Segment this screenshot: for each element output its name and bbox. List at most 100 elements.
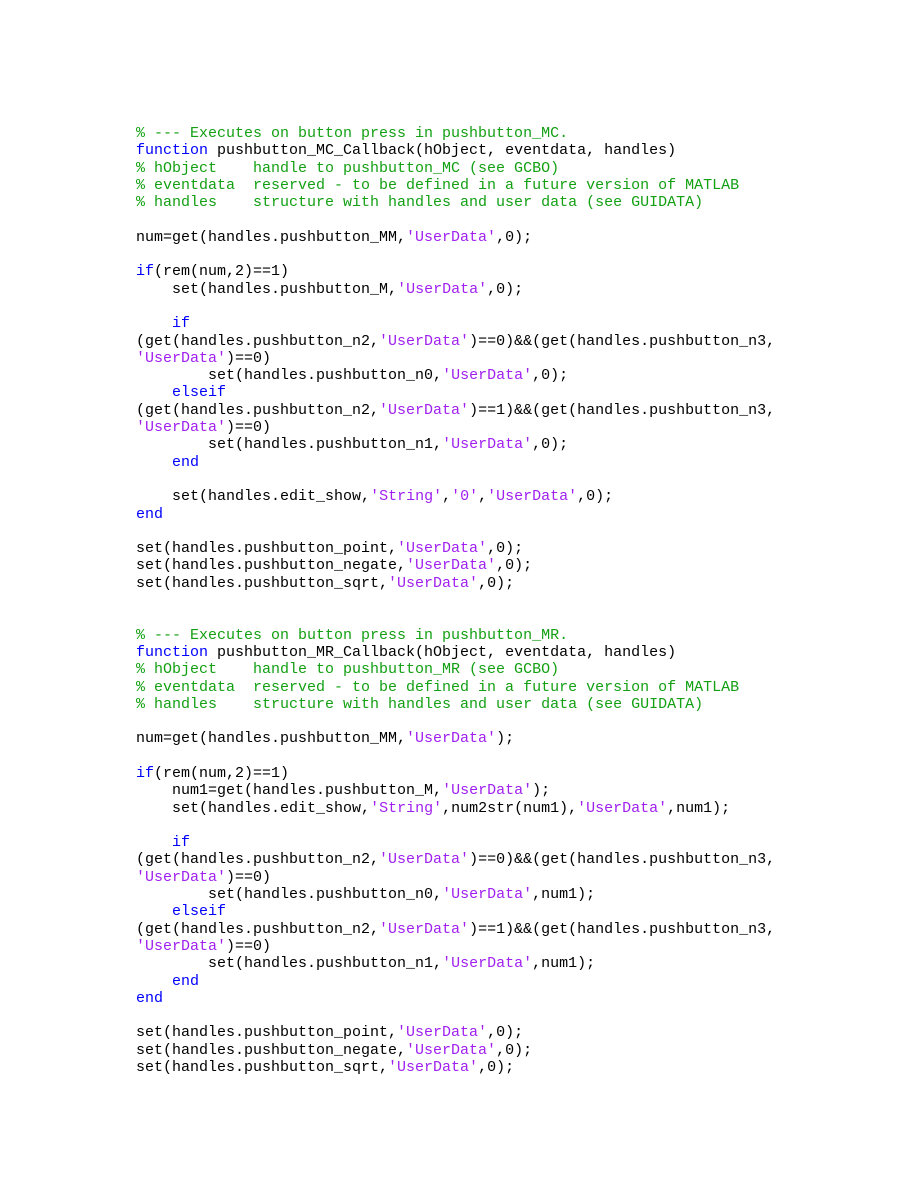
code-line: set(handles.pushbutton_n0,'UserData',num…: [136, 886, 836, 903]
code-line: function pushbutton_MC_Callback(hObject,…: [136, 142, 836, 159]
code-line: 'UserData')==0): [136, 350, 836, 367]
code-token-plain: )==0)&&(get(handles.pushbutton_n3,: [469, 332, 776, 350]
code-token-keyword: end: [136, 505, 164, 523]
code-token-string: 'UserData': [406, 228, 497, 246]
code-token-string: 'UserData': [136, 419, 227, 437]
code-line: set(handles.edit_show,'String',num2str(n…: [136, 800, 836, 817]
code-token-comment: % --- Executes on button press in pushbu…: [136, 125, 569, 142]
code-token-string: 'UserData': [442, 367, 533, 385]
code-token-plain: ,0);: [487, 540, 524, 558]
code-line: end: [136, 973, 836, 990]
code-token-plain: ,: [442, 488, 452, 506]
code-token-plain: );: [532, 782, 551, 800]
code-token-keyword: if: [136, 764, 155, 782]
code-token-plain: ,: [478, 488, 488, 506]
code-token-plain: set(handles.pushbutton_n0,: [208, 367, 443, 385]
code-token-plain: set(handles.pushbutton_n1,: [208, 436, 443, 454]
code-token-string: 'UserData': [577, 799, 668, 817]
code-token-plain: ,0);: [478, 574, 515, 592]
code-token-comment: % hObject handle to pushbutton_MC (see G…: [136, 159, 560, 177]
code-token-plain: ,0);: [577, 488, 614, 506]
code-token-comment: % eventdata reserved - to be defined in …: [136, 678, 740, 696]
code-line: set(handles.pushbutton_negate,'UserData'…: [136, 557, 836, 574]
code-token-plain: set(handles.edit_show,: [172, 488, 371, 506]
code-line: elseif: [136, 384, 836, 401]
code-token-string: 'UserData': [397, 280, 488, 298]
code-token-plain: set(handles.pushbutton_negate,: [136, 557, 407, 575]
code-token-string: 'UserData': [136, 349, 227, 367]
code-token-plain: ,num1);: [667, 799, 731, 817]
code-token-plain: ,0);: [496, 1041, 533, 1059]
code-token-keyword: if: [172, 834, 191, 852]
code-token-plain: set(handles.pushbutton_sqrt,: [136, 1059, 389, 1077]
code-token-plain: ,num1);: [532, 955, 596, 973]
code-token-plain: ,0);: [496, 557, 533, 575]
code-token-comment: % --- Executes on button press in pushbu…: [136, 626, 569, 644]
code-token-keyword: function: [136, 643, 209, 661]
code-token-plain: )==1)&&(get(handles.pushbutton_n3,: [469, 920, 776, 938]
code-token-string: 'UserData': [487, 488, 578, 506]
code-line: set(handles.pushbutton_M,'UserData',0);: [136, 281, 836, 298]
code-line: 'UserData')==0): [136, 419, 836, 436]
code-token-string: 'UserData': [379, 920, 470, 938]
code-token-plain: set(handles.pushbutton_negate,: [136, 1041, 407, 1059]
code-line: num=get(handles.pushbutton_MM,'UserData'…: [136, 730, 836, 747]
code-token-plain: ,0);: [532, 436, 569, 454]
code-token-plain: (rem(num,2)==1): [154, 764, 290, 782]
code-line: % eventdata reserved - to be defined in …: [136, 679, 836, 696]
code-token-plain: set(handles.pushbutton_n0,: [208, 886, 443, 904]
code-token-plain: num1=get(handles.pushbutton_M,: [172, 782, 443, 800]
code-token-plain: num=get(handles.pushbutton_MM,: [136, 228, 407, 246]
code-token-plain: )==0): [226, 868, 272, 886]
code-token-plain: (get(handles.pushbutton_n2,: [136, 920, 380, 938]
code-line: set(handles.pushbutton_point,'UserData',…: [136, 540, 836, 557]
code-token-keyword: end: [172, 453, 200, 471]
code-line: if: [136, 834, 836, 851]
code-token-plain: )==0)&&(get(handles.pushbutton_n3,: [469, 851, 776, 869]
code-listing: % --- Executes on button press in pushbu…: [136, 125, 836, 1076]
code-line: % eventdata reserved - to be defined in …: [136, 177, 836, 194]
code-line: set(handles.pushbutton_n1,'UserData',num…: [136, 955, 836, 972]
code-token-string: 'UserData': [406, 1041, 497, 1059]
code-token-plain: )==1)&&(get(handles.pushbutton_n3,: [469, 401, 776, 419]
code-line: if(rem(num,2)==1): [136, 765, 836, 782]
code-token-plain: ,0);: [496, 228, 533, 246]
code-line: set(handles.pushbutton_negate,'UserData'…: [136, 1042, 836, 1059]
code-token-plain: num=get(handles.pushbutton_MM,: [136, 730, 407, 748]
code-token-string: 'UserData': [442, 886, 533, 904]
code-token-plain: )==0): [226, 419, 272, 437]
code-token-string: 'UserData': [397, 540, 488, 558]
code-token-plain: (get(handles.pushbutton_n2,: [136, 332, 380, 350]
code-line: % --- Executes on button press in pushbu…: [136, 627, 836, 644]
code-line: (get(handles.pushbutton_n2,'UserData')==…: [136, 333, 836, 350]
code-token-plain: set(handles.pushbutton_point,: [136, 1024, 398, 1042]
code-line: elseif: [136, 903, 836, 920]
code-token-plain: set(handles.pushbutton_sqrt,: [136, 574, 389, 592]
code-token-comment: % handles structure with handles and use…: [136, 695, 704, 713]
code-token-string: 'UserData': [388, 574, 479, 592]
code-token-string: 'UserData': [406, 557, 497, 575]
code-token-plain: ,num1);: [532, 886, 596, 904]
code-line: % hObject handle to pushbutton_MC (see G…: [136, 160, 836, 177]
code-token-plain: (rem(num,2)==1): [154, 263, 290, 281]
code-token-string: 'UserData': [379, 401, 470, 419]
code-line: if(rem(num,2)==1): [136, 263, 836, 280]
code-token-string: '0': [451, 488, 479, 506]
